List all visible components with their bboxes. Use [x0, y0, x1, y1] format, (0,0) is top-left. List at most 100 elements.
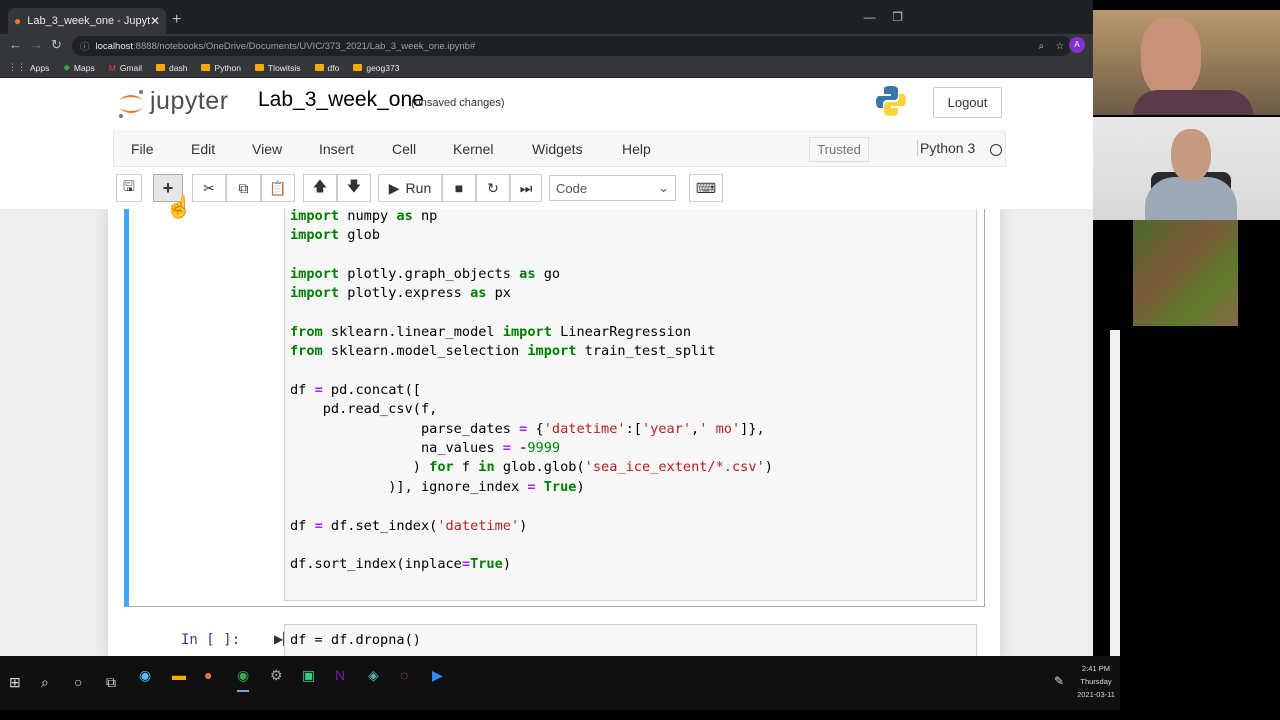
app-icon[interactable]: ◉: [139, 667, 151, 684]
app-icon-2[interactable]: ◈: [368, 667, 379, 684]
menu-widgets[interactable]: Widgets: [532, 141, 583, 157]
pycharm-icon[interactable]: ▣: [302, 667, 315, 684]
jupyter-logo-icon[interactable]: [116, 86, 146, 122]
jupyter-logo-text[interactable]: jupyter: [150, 87, 229, 116]
interrupt-button[interactable]: ■: [442, 174, 476, 202]
menubar: File Edit View Insert Cell Kernel Widget…: [113, 131, 1006, 167]
cut-button[interactable]: ✂: [192, 174, 226, 202]
folder-icon: [254, 64, 264, 71]
system-clock[interactable]: 2:41 PM Thursday 2021-03-11: [1066, 662, 1126, 701]
maps-icon: ◆: [63, 62, 70, 72]
bookmark-gmail[interactable]: M Gmail: [109, 63, 142, 73]
back-icon[interactable]: ←: [9, 37, 22, 52]
menu-view[interactable]: View: [252, 141, 282, 157]
jupyter-header: jupyter Lab_3_week_one (unsaved changes)…: [0, 78, 1093, 131]
taskbar: ⊞ ⌕ ○ ⧉ ◉ ▬ ● ◉ ⚙ ▣ N ◈ ◌ ▶ ✎ 2:41 PM Th…: [0, 656, 1120, 710]
copy-icon: ⧉: [238, 179, 249, 196]
keyboard-icon: ⌨: [695, 179, 717, 196]
menu-file[interactable]: File: [131, 141, 154, 157]
tab-title: Lab_3_week_one - Jupyter Notebook: [27, 15, 150, 27]
kernel-name[interactable]: Python 3: [917, 140, 975, 156]
address-bar-row: ← → ↻ ⓘ localhost:8888/notebooks/OneDriv…: [0, 34, 1093, 58]
bookmark-apps[interactable]: ⋮⋮ Apps: [8, 62, 49, 73]
code-cell[interactable]: In [ ]: ▶▏ df = df.dropna(): [124, 617, 985, 656]
reload-icon[interactable]: ↻: [51, 37, 62, 53]
zoom-app-icon[interactable]: ▶: [432, 667, 443, 684]
search-icon[interactable]: ⌕: [41, 674, 49, 691]
chrome-icon[interactable]: ◉: [237, 667, 250, 692]
notebook-toolbar: 🖫 + ✂ ⧉ 📋 🡅 🡇 ▶ Run ■ ↻ ⏭ Code ⌄ ⌨: [113, 169, 1006, 207]
star-icon[interactable]: ☆: [1055, 41, 1064, 52]
url-host: localhost: [95, 40, 134, 52]
trusted-indicator[interactable]: Trusted: [809, 137, 869, 162]
mouse-pointer-icon: ☝: [165, 194, 193, 219]
folder-icon: [201, 64, 211, 71]
stop-icon: ■: [454, 180, 464, 196]
code-editor[interactable]: df = df.dropna(): [284, 624, 977, 656]
pen-icon[interactable]: ✎: [1054, 674, 1064, 688]
run-button[interactable]: ▶ Run: [378, 174, 442, 202]
jupyter-app-icon[interactable]: ◌: [400, 667, 408, 683]
play-icon: ▶: [388, 179, 400, 196]
python-logo-icon: [876, 86, 906, 116]
restart-icon: ↻: [487, 179, 499, 196]
scrollbar[interactable]: [1110, 330, 1120, 656]
zoom-icon[interactable]: ⌕: [1039, 41, 1044, 52]
bookmark-maps[interactable]: ◆ Maps: [63, 62, 94, 73]
bookmark-python[interactable]: Python: [201, 63, 241, 73]
move-down-button[interactable]: 🡇: [337, 174, 371, 202]
window-controls[interactable]: — ❐: [864, 10, 903, 24]
profile-avatar[interactable]: A: [1069, 37, 1085, 53]
browser-tab[interactable]: ● Lab_3_week_one - Jupyter Notebook ✕: [8, 8, 166, 34]
bookmark-dash[interactable]: dash: [156, 63, 187, 73]
save-status: (unsaved changes): [411, 97, 505, 109]
kernel-status-icon: [990, 144, 1002, 156]
file-explorer-icon[interactable]: ▬: [172, 667, 186, 683]
windows-start-icon[interactable]: ⊞: [9, 674, 21, 691]
code-editor[interactable]: import numpy as np import glob import pl…: [284, 209, 977, 601]
bookmark-dfo[interactable]: dfo: [314, 63, 339, 73]
gmail-icon: M: [108, 62, 116, 73]
menu-insert[interactable]: Insert: [319, 141, 354, 157]
menu-cell[interactable]: Cell: [392, 141, 416, 157]
tab-close-icon[interactable]: ✕: [150, 14, 160, 28]
forward-icon[interactable]: →: [30, 37, 43, 52]
code-text[interactable]: import numpy as np import glob import pl…: [290, 209, 773, 575]
url-path: :8888/notebooks/OneDrive/Documents/UVIC/…: [133, 40, 476, 52]
notebook-container: import numpy as np import glob import pl…: [108, 209, 1000, 656]
menu-kernel[interactable]: Kernel: [453, 141, 493, 157]
fast-forward-icon: ⏭: [519, 179, 533, 196]
frame-bottom: [0, 710, 1280, 720]
info-icon: ⓘ: [80, 42, 90, 53]
notebook-area: import numpy as np import glob import pl…: [0, 209, 1093, 656]
url-input[interactable]: ⓘ localhost:8888/notebooks/OneDrive/Docu…: [72, 36, 1072, 56]
onenote-icon[interactable]: N: [335, 667, 345, 683]
menu-edit[interactable]: Edit: [191, 141, 215, 157]
bookmarks-bar: ⋮⋮ Apps ◆ Maps M Gmail dash Python Tlowitsi…: [0, 58, 1093, 78]
restart-button[interactable]: ↻: [476, 174, 510, 202]
cell-type-select[interactable]: Code ⌄: [549, 175, 676, 201]
new-tab-button[interactable]: +: [172, 11, 181, 29]
chevron-down-icon: ⌄: [658, 180, 669, 195]
cortana-icon[interactable]: ○: [74, 674, 82, 690]
browser-tab-bar: ● Lab_3_week_one - Jupyter Notebook ✕ + …: [0, 0, 1093, 34]
restart-run-all-button[interactable]: ⏭: [510, 174, 542, 202]
command-palette-button[interactable]: ⌨: [689, 174, 723, 202]
paste-button[interactable]: 📋: [261, 174, 295, 202]
logout-button[interactable]: Logout: [933, 87, 1002, 118]
notebook-name[interactable]: Lab_3_week_one: [258, 88, 424, 112]
code-text[interactable]: df = df.dropna(): [290, 632, 421, 648]
task-view-icon[interactable]: ⧉: [106, 674, 116, 691]
folder-icon: [156, 64, 166, 71]
folder-icon: [353, 64, 363, 71]
copy-button[interactable]: ⧉: [226, 174, 261, 202]
move-up-button[interactable]: 🡅: [303, 174, 337, 202]
bookmark-geog373[interactable]: geog373: [353, 63, 399, 73]
settings-gear-icon[interactable]: ⚙: [270, 667, 283, 684]
cell-prompt: In [ ]:: [181, 632, 241, 648]
selected-code-cell[interactable]: import numpy as np import glob import pl…: [124, 209, 985, 607]
firefox-icon[interactable]: ●: [204, 667, 212, 683]
bookmark-tlowitsis[interactable]: Tlowitsis: [254, 63, 301, 73]
save-button[interactable]: 🖫: [116, 174, 142, 202]
menu-help[interactable]: Help: [622, 141, 651, 157]
